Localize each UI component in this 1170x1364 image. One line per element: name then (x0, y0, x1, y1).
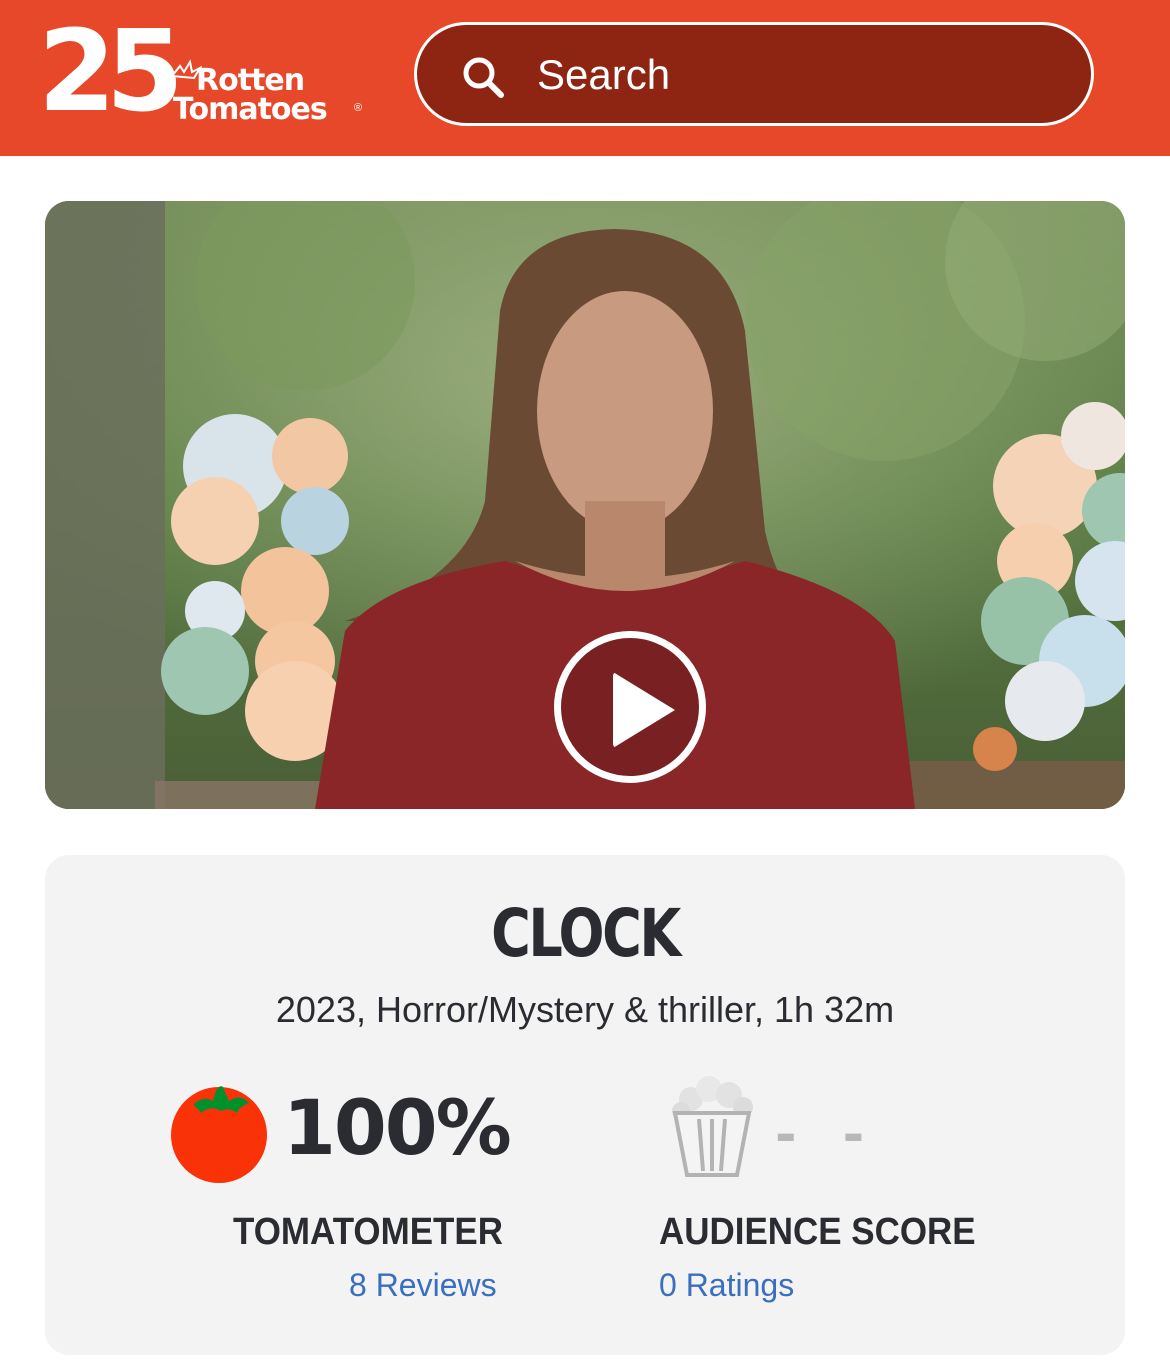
logo-word-tomatoes: Tomatoes (173, 92, 328, 127)
search-icon (463, 57, 504, 98)
popcorn-icon (672, 1076, 753, 1177)
movie-info-card: CLOCK 2023, Horror/Mystery & thriller, 1… (45, 855, 1125, 1355)
audience-score-label: AUDIENCE SCORE (659, 1211, 976, 1253)
tomato-icon (171, 1086, 267, 1183)
tomatometer-score: 100% (283, 1083, 512, 1172)
tomatometer-label: TOMATOMETER (233, 1211, 503, 1253)
audience-score: - - (775, 1105, 879, 1165)
play-button[interactable] (554, 631, 706, 783)
movie-title: CLOCK (491, 895, 681, 972)
ratings-link[interactable]: 0 Ratings (659, 1267, 794, 1304)
movie-metadata: 2023, Horror/Mystery & thriller, 1h 32m (275, 989, 895, 1030)
logo-registered-mark: ® (354, 102, 363, 114)
logo-number: 25 (38, 7, 184, 137)
search-bar[interactable] (414, 22, 1094, 126)
trailer-video[interactable] (45, 201, 1125, 809)
site-header: 25 Rotten Tomatoes ® (0, 0, 1170, 156)
play-icon (613, 672, 675, 748)
reviews-link[interactable]: 8 Reviews (349, 1267, 497, 1304)
rotten-tomatoes-logo[interactable]: 25 Rotten Tomatoes ® (38, 16, 368, 130)
search-input[interactable] (537, 45, 1057, 105)
